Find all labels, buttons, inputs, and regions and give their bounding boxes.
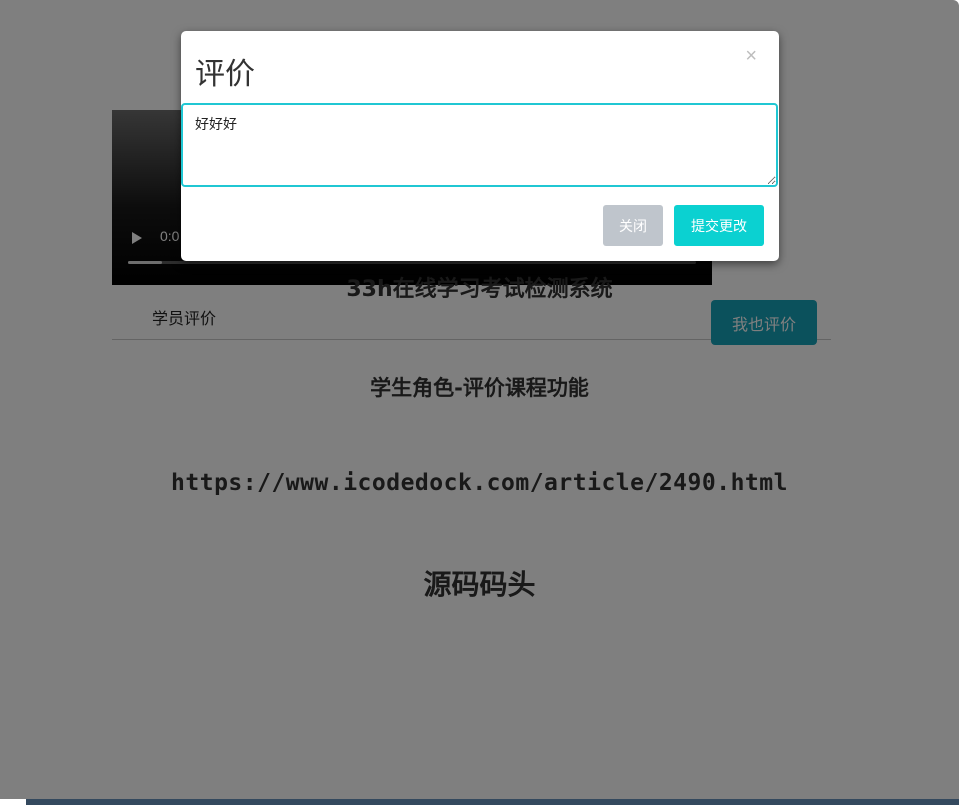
close-icon[interactable]: × [739, 44, 763, 69]
review-modal: 评价 × 关闭 提交更改 [181, 31, 779, 261]
modal-title: 评价 [195, 57, 255, 92]
review-textarea[interactable] [181, 103, 778, 187]
submit-button[interactable]: 提交更改 [674, 205, 764, 246]
bottom-strip [26, 799, 959, 805]
close-button[interactable]: 关闭 [603, 205, 663, 246]
page: 0:0 33h在线学习考试检测系统 学员评价 我也评价 学生角色-评价课程功能 … [0, 0, 959, 805]
